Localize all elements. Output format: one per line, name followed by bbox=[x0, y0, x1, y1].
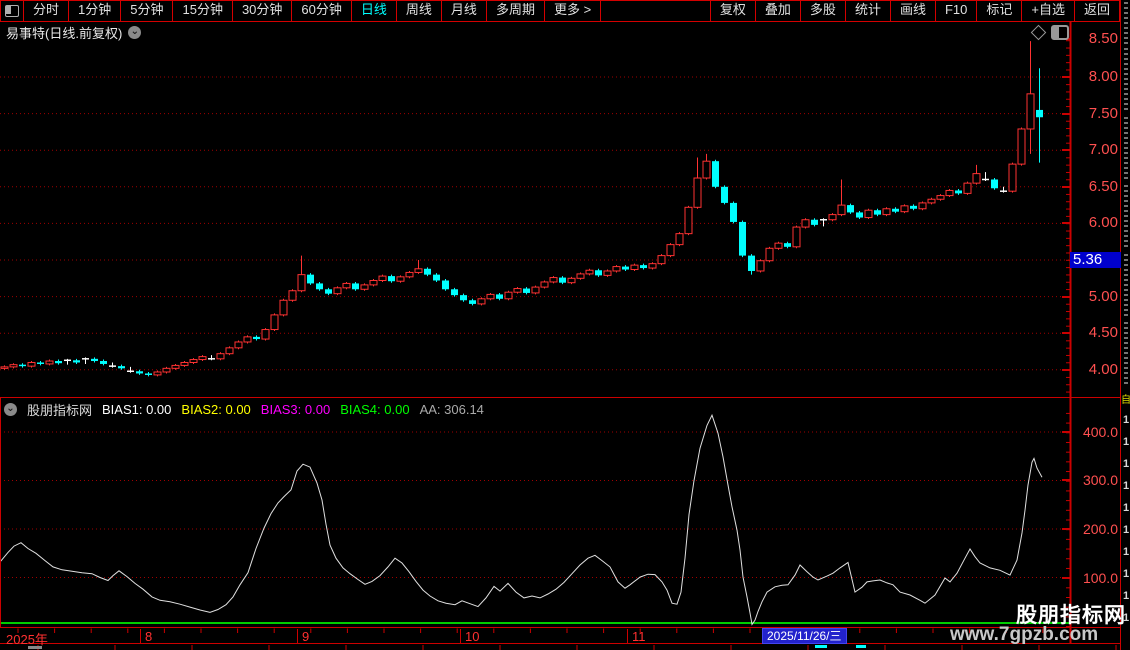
toolbar-item-1分钟[interactable]: 1分钟 bbox=[69, 1, 122, 21]
collapsed-right-sidebar[interactable]: 自 1111111111 bbox=[1121, 0, 1130, 650]
indicator-axis-label: 200.0 bbox=[1082, 521, 1118, 537]
sidebar-vertical-tab[interactable] bbox=[1124, 322, 1128, 387]
indicator-chevron-down-icon[interactable]: ⌄ bbox=[4, 403, 17, 416]
price-axis-label: 7.00 bbox=[1088, 141, 1118, 158]
toolbar-item-多周期[interactable]: 多周期 bbox=[487, 1, 545, 21]
toolbar-item-复权[interactable]: 复权 bbox=[709, 1, 756, 21]
sidebar-vertical-tab[interactable] bbox=[1124, 48, 1128, 112]
toolbar-item-日线[interactable]: 日线 bbox=[352, 1, 397, 21]
toolbar-item-统计[interactable]: 统计 bbox=[846, 1, 891, 21]
toolbar-item-返回[interactable]: 返回 bbox=[1075, 1, 1120, 21]
split-window-icon bbox=[5, 5, 19, 17]
period-toolbar: 分时 1分钟 5分钟 15分钟 30分钟 60分钟 日线 周线 月线 多周期 更多 > 复权 叠加 多股… bbox=[0, 0, 1120, 22]
sidebar-digit: 1 bbox=[1123, 480, 1130, 492]
indicator-value-BIAS1: BIAS1: 0.00 bbox=[102, 402, 172, 417]
x-axis-month-label: 8 bbox=[145, 629, 153, 644]
sidebar-vertical-tab[interactable] bbox=[1124, 2, 1128, 44]
diamond-marker-icon[interactable] bbox=[1030, 24, 1047, 41]
sidebar-vertical-tab[interactable] bbox=[1124, 254, 1128, 317]
sidebar-tab-label[interactable]: 自 bbox=[1121, 391, 1130, 406]
indicator-value-BIAS4: BIAS4: 0.00 bbox=[340, 402, 410, 417]
indicator-value-AA: AA: 306.14 bbox=[419, 402, 484, 417]
last-date-tag: 2025/11/26/三 bbox=[762, 628, 847, 644]
layout-toggle-button[interactable] bbox=[0, 1, 24, 21]
indicator-value-BIAS2: BIAS2: 0.00 bbox=[181, 402, 251, 417]
toolbar-item-月线[interactable]: 月线 bbox=[442, 1, 487, 21]
sidebar-vertical-tab[interactable] bbox=[1124, 117, 1128, 180]
chart-corner-controls bbox=[1030, 24, 1069, 41]
indicator-axis-label: 300.0 bbox=[1082, 472, 1118, 488]
toolbar-item-5分钟[interactable]: 5分钟 bbox=[121, 1, 174, 21]
x-axis-month-label: 9 bbox=[302, 629, 310, 644]
indicator-axis-label: 400.0 bbox=[1082, 424, 1118, 440]
price-axis-label: 4.00 bbox=[1088, 361, 1118, 378]
indicator-header: ⌄ 股朋指标网 BIAS1: 0.00 BIAS2: 0.00 BIAS3: 0.0… bbox=[4, 400, 484, 419]
sidebar-digit: 1 bbox=[1123, 436, 1130, 448]
sidebar-digit: 1 bbox=[1123, 524, 1130, 536]
pane-toggle-icon[interactable] bbox=[1051, 25, 1069, 40]
sidebar-vertical-tab[interactable] bbox=[1124, 185, 1128, 249]
symbol-title: 易事特(日线.前复权) bbox=[6, 26, 123, 41]
indicator-source-label: 股朋指标网 bbox=[27, 403, 93, 418]
price-axis-label: 7.50 bbox=[1088, 105, 1118, 122]
toolbar-item-30分钟[interactable]: 30分钟 bbox=[233, 1, 293, 21]
price-axis-label: 8.00 bbox=[1088, 68, 1118, 85]
toolbar-item-多股[interactable]: 多股 bbox=[801, 1, 846, 21]
toolbar-item-+自选[interactable]: +自选 bbox=[1022, 1, 1075, 21]
watermark-site-url: www.7gpzb.com bbox=[950, 624, 1099, 645]
indicator-axis-label: 100.0 bbox=[1082, 570, 1118, 586]
x-axis-month-label: 11 bbox=[632, 629, 646, 644]
toolbar-item-15分钟[interactable]: 15分钟 bbox=[173, 1, 233, 21]
price-tag: 5.36 bbox=[1070, 252, 1123, 268]
price-axis-label: 6.50 bbox=[1088, 178, 1118, 195]
toolbar-right-group: 复权 叠加 多股 统计 画线 F10 标记 +自选 返回 bbox=[709, 1, 1120, 21]
toolbar-item-F10[interactable]: F10 bbox=[936, 1, 978, 21]
toolbar-item-画线[interactable]: 画线 bbox=[891, 1, 936, 21]
x-axis-year-label: 2025年 bbox=[6, 632, 48, 647]
sidebar-digit: 1 bbox=[1123, 414, 1130, 426]
price-axis-label: 8.50 bbox=[1088, 30, 1118, 47]
chevron-down-icon[interactable]: ⌄ bbox=[128, 26, 142, 39]
indicator-value-BIAS3: BIAS3: 0.00 bbox=[260, 402, 331, 417]
toolbar-left-group: 分时 1分钟 5分钟 15分钟 30分钟 60分钟 日线 周线 月线 多周期 更多 > bbox=[0, 1, 602, 21]
toolbar-item-周线[interactable]: 周线 bbox=[397, 1, 442, 21]
sidebar-digit: 1 bbox=[1123, 546, 1130, 558]
trading-app-window: 分时 1分钟 5分钟 15分钟 30分钟 60分钟 日线 周线 月线 多周期 更多 > 复权 叠加 多股… bbox=[0, 0, 1130, 650]
price-axis-label: 6.00 bbox=[1088, 214, 1118, 231]
toolbar-item-标记[interactable]: 标记 bbox=[977, 1, 1023, 21]
symbol-header: 易事特(日线.前复权) ⌄ bbox=[6, 23, 142, 42]
toolbar-item-分时[interactable]: 分时 bbox=[24, 1, 70, 21]
sidebar-digit: 1 bbox=[1123, 568, 1130, 580]
sidebar-digit: 1 bbox=[1123, 502, 1130, 514]
toolbar-item-叠加[interactable]: 叠加 bbox=[756, 1, 801, 21]
toolbar-item-更多 >[interactable]: 更多 > bbox=[545, 1, 602, 21]
price-axis-label: 5.00 bbox=[1088, 288, 1118, 305]
price-axis-label: 4.50 bbox=[1088, 324, 1118, 341]
candlestick-and-indicator-chart bbox=[0, 0, 1130, 650]
x-axis-month-label: 10 bbox=[465, 629, 480, 644]
toolbar-item-60分钟[interactable]: 60分钟 bbox=[292, 1, 352, 21]
sidebar-digit: 1 bbox=[1123, 458, 1130, 470]
